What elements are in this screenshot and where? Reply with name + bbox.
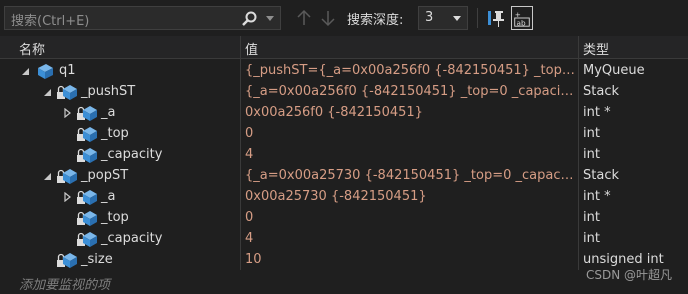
row-name: _a xyxy=(101,189,116,204)
collapsed-triangle-icon[interactable] xyxy=(62,192,72,202)
private-member-lock-icon xyxy=(77,127,97,142)
row-name: _top xyxy=(101,126,129,141)
private-member-lock-icon xyxy=(77,211,97,226)
row-name: _capacity xyxy=(101,147,163,162)
row-name: _top xyxy=(101,210,129,225)
private-member-lock-icon xyxy=(77,232,97,247)
row-type: int * xyxy=(583,189,611,204)
column-header-type[interactable]: 类型 xyxy=(583,39,609,58)
row-type: Stack xyxy=(583,168,619,183)
watch-row[interactable]: _popST {_a=0x00a25730 {-842150451} _top=… xyxy=(0,166,688,187)
svg-text:ab: ab xyxy=(517,18,526,27)
watch-row[interactable]: _size 10 unsigned int xyxy=(0,250,688,271)
row-type: int xyxy=(583,126,600,141)
search-icon[interactable] xyxy=(240,10,258,28)
row-name: _size xyxy=(81,252,113,267)
watch-toolbar: 搜索(Ctrl+E) 搜索深度: 3 + ab xyxy=(0,0,688,37)
row-value[interactable]: {_a=0x00a256f0 {-842150451} _top=0 _capa… xyxy=(245,84,575,99)
row-type: MyQueue xyxy=(583,63,645,78)
row-type: unsigned int xyxy=(583,252,664,267)
watch-row[interactable]: _a 0x00a25730 {-842150451} int * xyxy=(0,187,688,208)
row-value[interactable]: {_pushST={_a=0x00a256f0 {-842150451} _to… xyxy=(245,63,575,78)
search-next-arrow-down-icon[interactable] xyxy=(320,9,336,27)
row-value[interactable]: 0x00a256f0 {-842150451} xyxy=(245,105,575,120)
search-previous-arrow-up-icon[interactable] xyxy=(296,9,312,27)
watch-row[interactable]: q1 {_pushST={_a=0x00a256f0 {-842150451} … xyxy=(0,61,688,82)
row-name: q1 xyxy=(59,63,76,78)
row-name: _pushST xyxy=(81,84,136,99)
row-value[interactable]: 0 xyxy=(245,210,575,225)
watch-row[interactable]: _top 0 int xyxy=(0,208,688,229)
private-member-lock-icon xyxy=(57,169,77,184)
watch-column-header: 名称 值 类型 xyxy=(0,36,688,59)
private-member-lock-icon xyxy=(77,190,97,205)
watch-row[interactable]: _top 0 int xyxy=(0,124,688,145)
row-value[interactable]: {_a=0x00a25730 {-842150451} _top=0 _capa… xyxy=(245,168,575,183)
search-input[interactable]: 搜索(Ctrl+E) xyxy=(11,10,89,29)
pin-icon[interactable] xyxy=(486,7,506,29)
search-options-chevron-down-icon[interactable] xyxy=(266,16,274,21)
row-type: int * xyxy=(583,105,611,120)
search-depth-label: 搜索深度: xyxy=(347,13,404,28)
search-depth-value: 3 xyxy=(425,10,434,25)
row-type: int xyxy=(583,210,600,225)
row-value[interactable]: 4 xyxy=(245,231,575,246)
expanded-triangle-icon[interactable] xyxy=(20,66,30,76)
row-type: Stack xyxy=(583,84,619,99)
row-name: _a xyxy=(101,105,116,120)
row-type: int xyxy=(583,231,600,246)
struct-object-icon xyxy=(38,64,53,79)
private-member-lock-icon xyxy=(77,148,97,163)
collapsed-triangle-icon[interactable] xyxy=(62,108,72,118)
watermark: CSDN @叶超凡 xyxy=(585,268,672,282)
hex-display-icon[interactable]: + ab xyxy=(511,6,533,30)
row-value[interactable]: 0x00a25730 {-842150451} xyxy=(245,189,575,204)
private-member-lock-icon xyxy=(57,253,77,268)
column-header-name[interactable]: 名称 xyxy=(19,39,45,58)
search-depth-select[interactable]: 3 xyxy=(418,6,468,30)
chevron-down-icon xyxy=(453,16,461,21)
row-value[interactable]: 4 xyxy=(245,147,575,162)
watch-rows: q1 {_pushST={_a=0x00a256f0 {-842150451} … xyxy=(0,61,688,271)
watch-row[interactable]: _pushST {_a=0x00a256f0 {-842150451} _top… xyxy=(0,82,688,103)
row-name: _popST xyxy=(81,168,129,183)
row-type: int xyxy=(583,147,600,162)
expanded-triangle-icon[interactable] xyxy=(42,171,52,181)
row-value[interactable]: 10 xyxy=(245,252,575,267)
private-member-lock-icon xyxy=(57,85,77,100)
column-header-value[interactable]: 值 xyxy=(245,39,258,58)
add-watch-input[interactable]: 添加要监视的项 xyxy=(19,274,110,293)
expanded-triangle-icon[interactable] xyxy=(42,87,52,97)
watch-row[interactable]: _capacity 4 int xyxy=(0,145,688,166)
search-box[interactable]: 搜索(Ctrl+E) xyxy=(4,6,281,30)
watch-row[interactable]: _capacity 4 int xyxy=(0,229,688,250)
watch-row[interactable]: _a 0x00a256f0 {-842150451} int * xyxy=(0,103,688,124)
private-member-lock-icon xyxy=(77,106,97,121)
row-name: _capacity xyxy=(101,231,163,246)
toolbar-divider xyxy=(477,8,478,28)
row-value[interactable]: 0 xyxy=(245,126,575,141)
